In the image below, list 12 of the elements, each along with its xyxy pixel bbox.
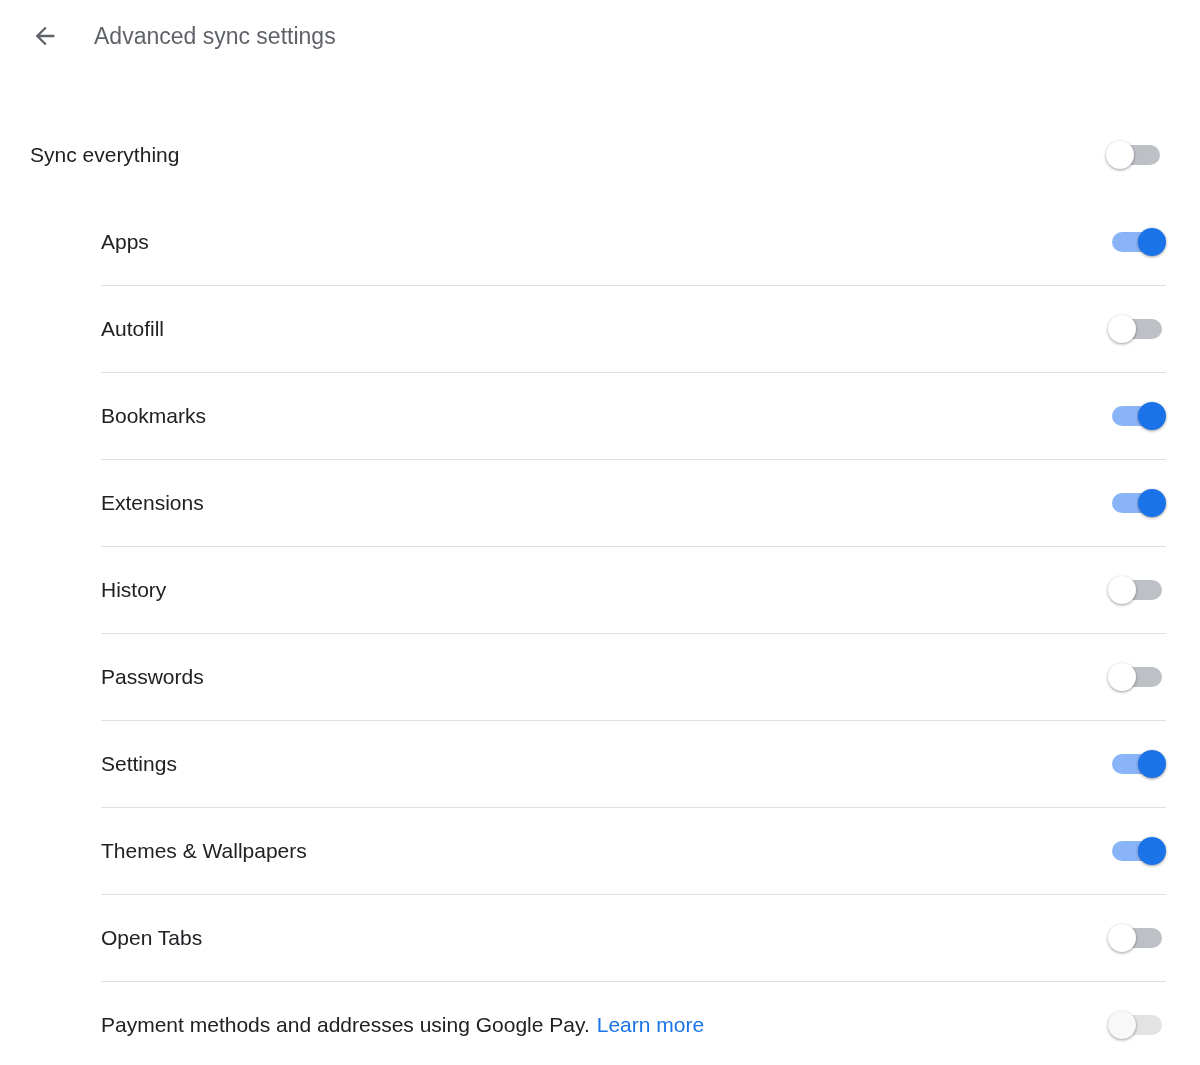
setting-label: Bookmarks bbox=[101, 403, 207, 430]
setting-label: Themes & Wallpapers bbox=[101, 838, 307, 865]
page-title: Advanced sync settings bbox=[94, 21, 336, 51]
setting-label: Apps bbox=[101, 228, 149, 255]
setting-label: Passwords bbox=[101, 664, 204, 691]
setting-label: Open Tabs bbox=[101, 925, 203, 952]
setting-label: Payment methods and addresses using Google Pay. bbox=[101, 1012, 590, 1039]
setting-label: History bbox=[101, 577, 167, 604]
setting-label: Settings bbox=[101, 751, 177, 778]
setting-label: Sync everything bbox=[30, 142, 180, 169]
setting-label: Autofill bbox=[101, 316, 165, 343]
setting-label: Extensions bbox=[101, 490, 204, 517]
